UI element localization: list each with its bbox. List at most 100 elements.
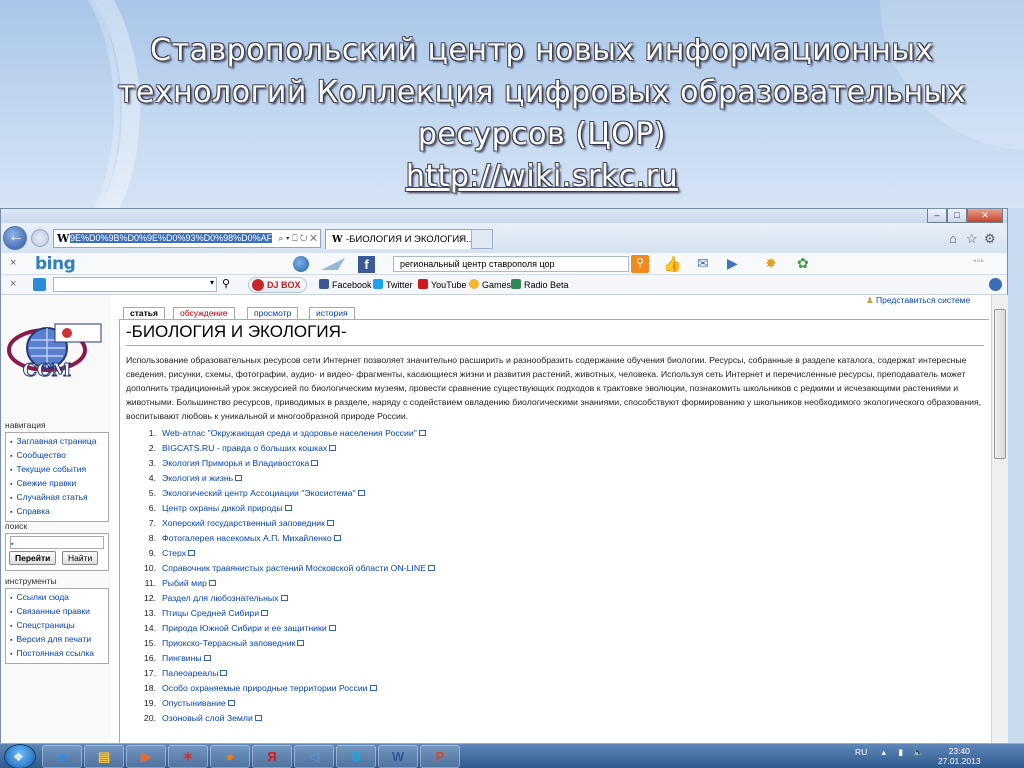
resource-link[interactable]: Палеоареалы [162, 668, 218, 678]
taskbar-app-button[interactable]: ▤ [84, 745, 124, 768]
taskbar-app-button[interactable]: ▶ [126, 745, 166, 768]
tool-permanent-link[interactable]: Постоянная ссылка [10, 647, 104, 661]
volume-app-icon: ◁ [309, 749, 319, 764]
find-button[interactable]: Найти [62, 551, 99, 565]
more-options-icon[interactable]: °°° [973, 258, 984, 268]
tool-printable-version[interactable]: Версия для печати [10, 633, 104, 647]
tab-close-icon[interactable]: × [458, 230, 464, 249]
nav-item-help[interactable]: Справка [10, 505, 104, 519]
back-button[interactable]: ← [3, 226, 27, 250]
resource-link[interactable]: Экология и жизнь [162, 473, 233, 483]
resource-link[interactable]: Web-атлас "Окружающая среда и здоровье н… [162, 428, 417, 438]
slide-url-link[interactable]: http://wiki.srkc.ru [406, 156, 678, 198]
favorite-radio-beta[interactable]: Radio Beta [511, 277, 569, 293]
nav-item-random-article[interactable]: Случайная статья [10, 491, 104, 505]
clock[interactable]: 23:40 27.01.2013 [938, 746, 981, 766]
taskbar-app-button[interactable]: W [378, 745, 418, 768]
resource-link[interactable]: Приокско-Террасный заповедник [162, 638, 295, 648]
wiki-search-input[interactable] [10, 536, 104, 549]
chat-icon[interactable]: ✉ [697, 255, 709, 272]
resource-link[interactable]: Особо охраняемые природные территории Ро… [162, 683, 368, 693]
maximize-button[interactable]: □ [947, 209, 967, 223]
weather-icon[interactable] [293, 256, 309, 272]
tab-discussion[interactable]: обсуждение [173, 307, 235, 319]
favorite-twitter[interactable]: Twitter [373, 277, 413, 293]
search-icon[interactable]: ⚲ [222, 277, 230, 290]
favorite-youtube[interactable]: YouTube [418, 277, 466, 293]
favorites-search-input[interactable]: ▾ [53, 277, 217, 292]
list-item: 2. BIGCATS.RU - правда о больших кошках [132, 441, 832, 456]
nav-item-recent-changes[interactable]: Свежие правки [10, 477, 104, 491]
taskbar-app-button[interactable]: P [420, 745, 460, 768]
login-link[interactable]: ♟ Представиться системе [866, 295, 970, 306]
resource-link[interactable]: Озоновый слой Земли [162, 713, 253, 723]
dropdown-icon[interactable]: ▾ [210, 278, 214, 287]
resource-link[interactable]: Опустынивание [162, 698, 226, 708]
tab-view[interactable]: просмотр [247, 307, 299, 319]
resource-link[interactable]: Пингвины [162, 653, 202, 663]
taskbar-app-button[interactable]: ● [210, 745, 250, 768]
send-icon[interactable] [321, 258, 345, 270]
messenger-icon[interactable]: ✿ [797, 255, 809, 272]
resource-link[interactable]: Экология Приморья и Владивостока [162, 458, 309, 468]
taskbar-app-button[interactable]: Я [252, 745, 292, 768]
taskbar-app-button[interactable]: ✶ [168, 745, 208, 768]
window-titlebar: – □ ✕ [1, 209, 1007, 223]
resource-link[interactable]: Хоперский государственный заповедник [162, 518, 325, 528]
close-window-button[interactable]: ✕ [967, 209, 1003, 223]
taskbar-app-button[interactable]: S [336, 745, 376, 768]
nav-item-main-page[interactable]: Заглавная страница [10, 435, 104, 449]
gear-icon[interactable]: ⚙ [984, 231, 996, 247]
url-input[interactable]: W 9E%D0%9B%D0%9E%D0%93%D0%98%D0%AF ⌕ ▾ ⎕… [53, 229, 321, 248]
resource-link[interactable]: Птицы Средней Сибири [162, 608, 259, 618]
facebook-icon[interactable]: f [358, 256, 375, 273]
minimize-button[interactable]: – [927, 209, 947, 223]
bing-search-input[interactable]: региональный центр ставрополя цор [393, 256, 629, 272]
close-favbar-icon[interactable]: × [10, 278, 16, 290]
resource-link[interactable]: BIGCATS.RU - правда о больших кошках [162, 443, 327, 453]
favorite-facebook[interactable]: Facebook [319, 277, 372, 293]
tool-special-pages[interactable]: Спецстраницы [10, 619, 104, 633]
skype-toolbar-icon[interactable] [33, 278, 46, 291]
new-tab-button[interactable] [471, 229, 493, 249]
tool-related-changes[interactable]: Связанные правки [10, 605, 104, 619]
resource-link[interactable]: Природа Южной Сибири и ее защитники [162, 623, 327, 633]
network-icon[interactable]: ▮ [898, 747, 903, 757]
scroll-thumb[interactable] [994, 309, 1006, 459]
taskbar-app-button[interactable]: e [42, 745, 82, 768]
address-controls[interactable]: ⌕ ▾ ⎕ ↻ ✕ [275, 230, 317, 247]
games-icon[interactable]: ✸ [765, 255, 777, 272]
tab-article[interactable]: статья [123, 307, 165, 319]
close-toolbar-icon[interactable]: × [10, 257, 16, 269]
language-indicator[interactable]: RU [855, 747, 867, 757]
start-button[interactable]: ❖ [4, 744, 36, 768]
nav-item-current-events[interactable]: Текущие события [10, 463, 104, 477]
site-logo[interactable]: ССМ [5, 318, 105, 382]
nav-item-community[interactable]: Сообщество [10, 449, 104, 463]
resource-link[interactable]: Центр охраны дикой природы [162, 503, 283, 513]
go-button[interactable]: Перейти [9, 551, 57, 565]
video-icon[interactable]: ▶ [727, 255, 738, 272]
resource-link[interactable]: Фотогалерея насекомых А.П. Михайленко [162, 533, 332, 543]
home-icon[interactable]: ⌂ [949, 231, 957, 246]
tray-arrow-icon[interactable]: ▴ [882, 747, 886, 757]
resource-link[interactable]: Справочник травянистых растений Московск… [162, 563, 426, 573]
bing-search-button[interactable]: ⚲ [631, 255, 649, 273]
list-item-number: 17. [143, 668, 156, 678]
favorite-games[interactable]: Games [469, 277, 511, 293]
tab-biology[interactable]: W -БИОЛОГИЯ И ЭКОЛОГИЯ... × [325, 229, 493, 249]
taskbar-app-button[interactable]: ◁ [294, 745, 334, 768]
tab-history[interactable]: история [309, 307, 355, 319]
volume-icon[interactable]: 🔈 [913, 747, 924, 757]
like-icon[interactable]: 👍 [663, 255, 682, 273]
resource-link[interactable]: Стерх [162, 548, 186, 558]
djbox-button[interactable]: DJ BOX [248, 277, 307, 293]
forward-button[interactable] [31, 229, 49, 247]
resource-link[interactable]: Рыбий мир [162, 578, 207, 588]
toolbar-search-icon[interactable] [989, 278, 1002, 291]
star-icon[interactable]: ☆ [966, 231, 978, 247]
tool-what-links-here[interactable]: Ссылки сюда [10, 591, 104, 605]
page-scrollbar[interactable] [991, 295, 1008, 744]
resource-link[interactable]: Экологический центр Ассоциации "Экосисте… [162, 488, 356, 498]
resource-link[interactable]: Раздел для любознательных [162, 593, 279, 603]
